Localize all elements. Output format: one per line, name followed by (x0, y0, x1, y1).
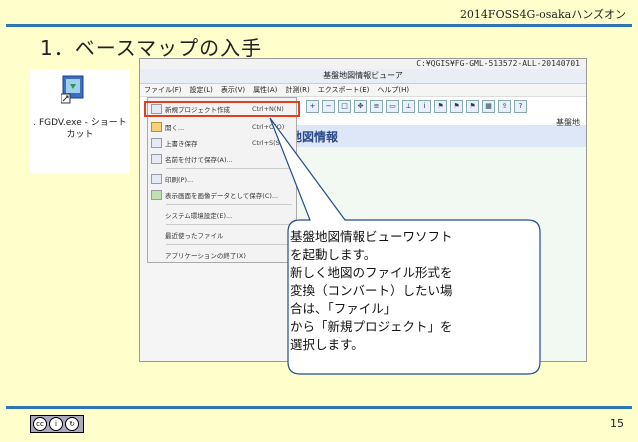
zoom-out-icon[interactable]: − (322, 99, 335, 113)
event-header: 2014FOSS4G-osakaハンズオン (459, 8, 626, 21)
menu-separator (166, 204, 292, 205)
menu-file[interactable]: ファイル(F) (140, 84, 186, 96)
menu-item-label: 上書き保存 (165, 140, 198, 148)
cc-license-badge: cc i ↻ (30, 415, 84, 433)
menu-settings[interactable]: 設定(L) (186, 84, 217, 96)
callout-line: を起動します。 (290, 247, 377, 262)
menu-separator (166, 224, 292, 225)
callout-line: 選択します。 (290, 337, 364, 352)
image-icon (151, 190, 162, 200)
layers-icon[interactable]: ≡ (370, 99, 383, 113)
callout-line: 新しく地図のファイル形式を (290, 265, 453, 280)
menu-item-label: 名前を付けて保存(A)... (165, 156, 233, 164)
sa-icon: ↻ (65, 417, 79, 431)
menu-separator (166, 168, 292, 169)
menu-bar: ファイル(F) 設定(L) 表示(V) 属性(A) 計測(R) エクスポート(E… (140, 84, 586, 97)
flag-icon-2[interactable]: ⚑ (450, 99, 463, 113)
by-icon: i (49, 417, 63, 431)
flag-icon-3[interactable]: ⚑ (466, 99, 479, 113)
menu-item-recent-files[interactable]: 最近使ったファイル (148, 228, 296, 242)
measure-icon[interactable]: ⟂ (402, 99, 415, 113)
menu-item-open[interactable]: 開く... Ctrl+O(O) (148, 120, 296, 134)
page-number: 15 (610, 417, 624, 430)
callout-text: 基盤地図情報ビューワソフト を起動します。 新しく地図のファイル形式を 変換（コ… (290, 228, 530, 354)
menu-item-print[interactable]: 印刷(P)... (148, 172, 296, 186)
menu-export[interactable]: エクスポート(E) (314, 84, 374, 96)
select-icon[interactable]: ▭ (386, 99, 399, 113)
top-divider (6, 24, 632, 27)
new-project-highlight (144, 101, 300, 117)
menu-item-save[interactable]: 上書き保存 Ctrl+S(S) (148, 136, 296, 150)
map-banner-text: 地図情報 (290, 130, 339, 144)
file-menu-dropdown: 新規プロジェクト作成 Ctrl+N(N) 開く... Ctrl+O(O) 上書き… (147, 97, 297, 263)
slide-title: 1．ベースマップの入手 (40, 36, 263, 60)
blank-icon (151, 250, 162, 260)
callout-line: 合は、「ファイル」 (290, 301, 397, 316)
blank-icon (151, 230, 162, 240)
help-icon[interactable]: ? (514, 99, 527, 113)
cc-icon: cc (33, 417, 47, 431)
callout-line: から「新規プロジェクト」を (290, 319, 453, 334)
blank-icon (151, 210, 162, 220)
bottom-divider (6, 406, 632, 409)
menu-item-label: 印刷(P)... (165, 176, 194, 184)
callout-line: 基盤地図情報ビューワソフト (290, 229, 453, 244)
menu-item-save-as[interactable]: 名前を付けて保存(A)... (148, 152, 296, 166)
menu-item-label: アプリケーションの終了(X) (165, 252, 246, 260)
menu-separator (166, 244, 292, 245)
menu-item-shortcut: Ctrl+S(S) (252, 139, 283, 147)
menu-item-save-image[interactable]: 表示画面を画像データとして保存(C)... (148, 188, 296, 202)
zoom-box-icon[interactable]: □ (338, 99, 351, 113)
zoom-in-icon[interactable]: + (306, 99, 319, 113)
menu-item-system-settings[interactable]: システム環境設定(E)... (148, 208, 296, 222)
menu-item-label: 最近使ったファイル (165, 232, 224, 240)
menu-item-label: システム環境設定(E)... (165, 212, 233, 220)
menu-attribute[interactable]: 属性(A) (249, 84, 281, 96)
title-bar: 基盤地図情報ビューア (140, 69, 586, 84)
menu-measure[interactable]: 計測(R) (281, 84, 313, 96)
folder-icon (151, 122, 162, 132)
print-icon (151, 174, 162, 184)
flag-icon[interactable]: ⚑ (434, 99, 447, 113)
save-as-icon (151, 154, 162, 164)
path-bar: C:¥QGIS¥FG-GML-513572-ALL-20140701 (140, 59, 586, 69)
pan-icon[interactable]: ✥ (354, 99, 367, 113)
info-icon[interactable]: i (418, 99, 431, 113)
fgdv-shortcut-icon[interactable] (60, 74, 85, 104)
callout-line: 変換（コンバート）したい場 (290, 283, 453, 298)
menu-item-label: 開く... (165, 124, 185, 132)
export-icon[interactable]: ⇪ (498, 99, 511, 113)
menu-view[interactable]: 表示(V) (217, 84, 249, 96)
menu-item-exit[interactable]: アプリケーションの終了(X) (148, 248, 296, 262)
shortcut-label[interactable]: . FGDV.exe - ショートカット (32, 117, 128, 141)
window-title: 基盤地図情報ビューア (323, 71, 403, 80)
menu-item-shortcut: Ctrl+O(O) (252, 123, 285, 131)
toolbar: + − □ ✥ ≡ ▭ ⟂ i ⚑ ⚑ ⚑ ▦ ⇪ ? (300, 97, 586, 115)
side-label: 基盤地 (556, 118, 580, 127)
menu-item-label: 表示画面を画像データとして保存(C)... (165, 192, 279, 200)
save-icon (151, 138, 162, 148)
menu-help[interactable]: ヘルプ(H) (373, 84, 413, 96)
table-icon[interactable]: ▦ (482, 99, 495, 113)
